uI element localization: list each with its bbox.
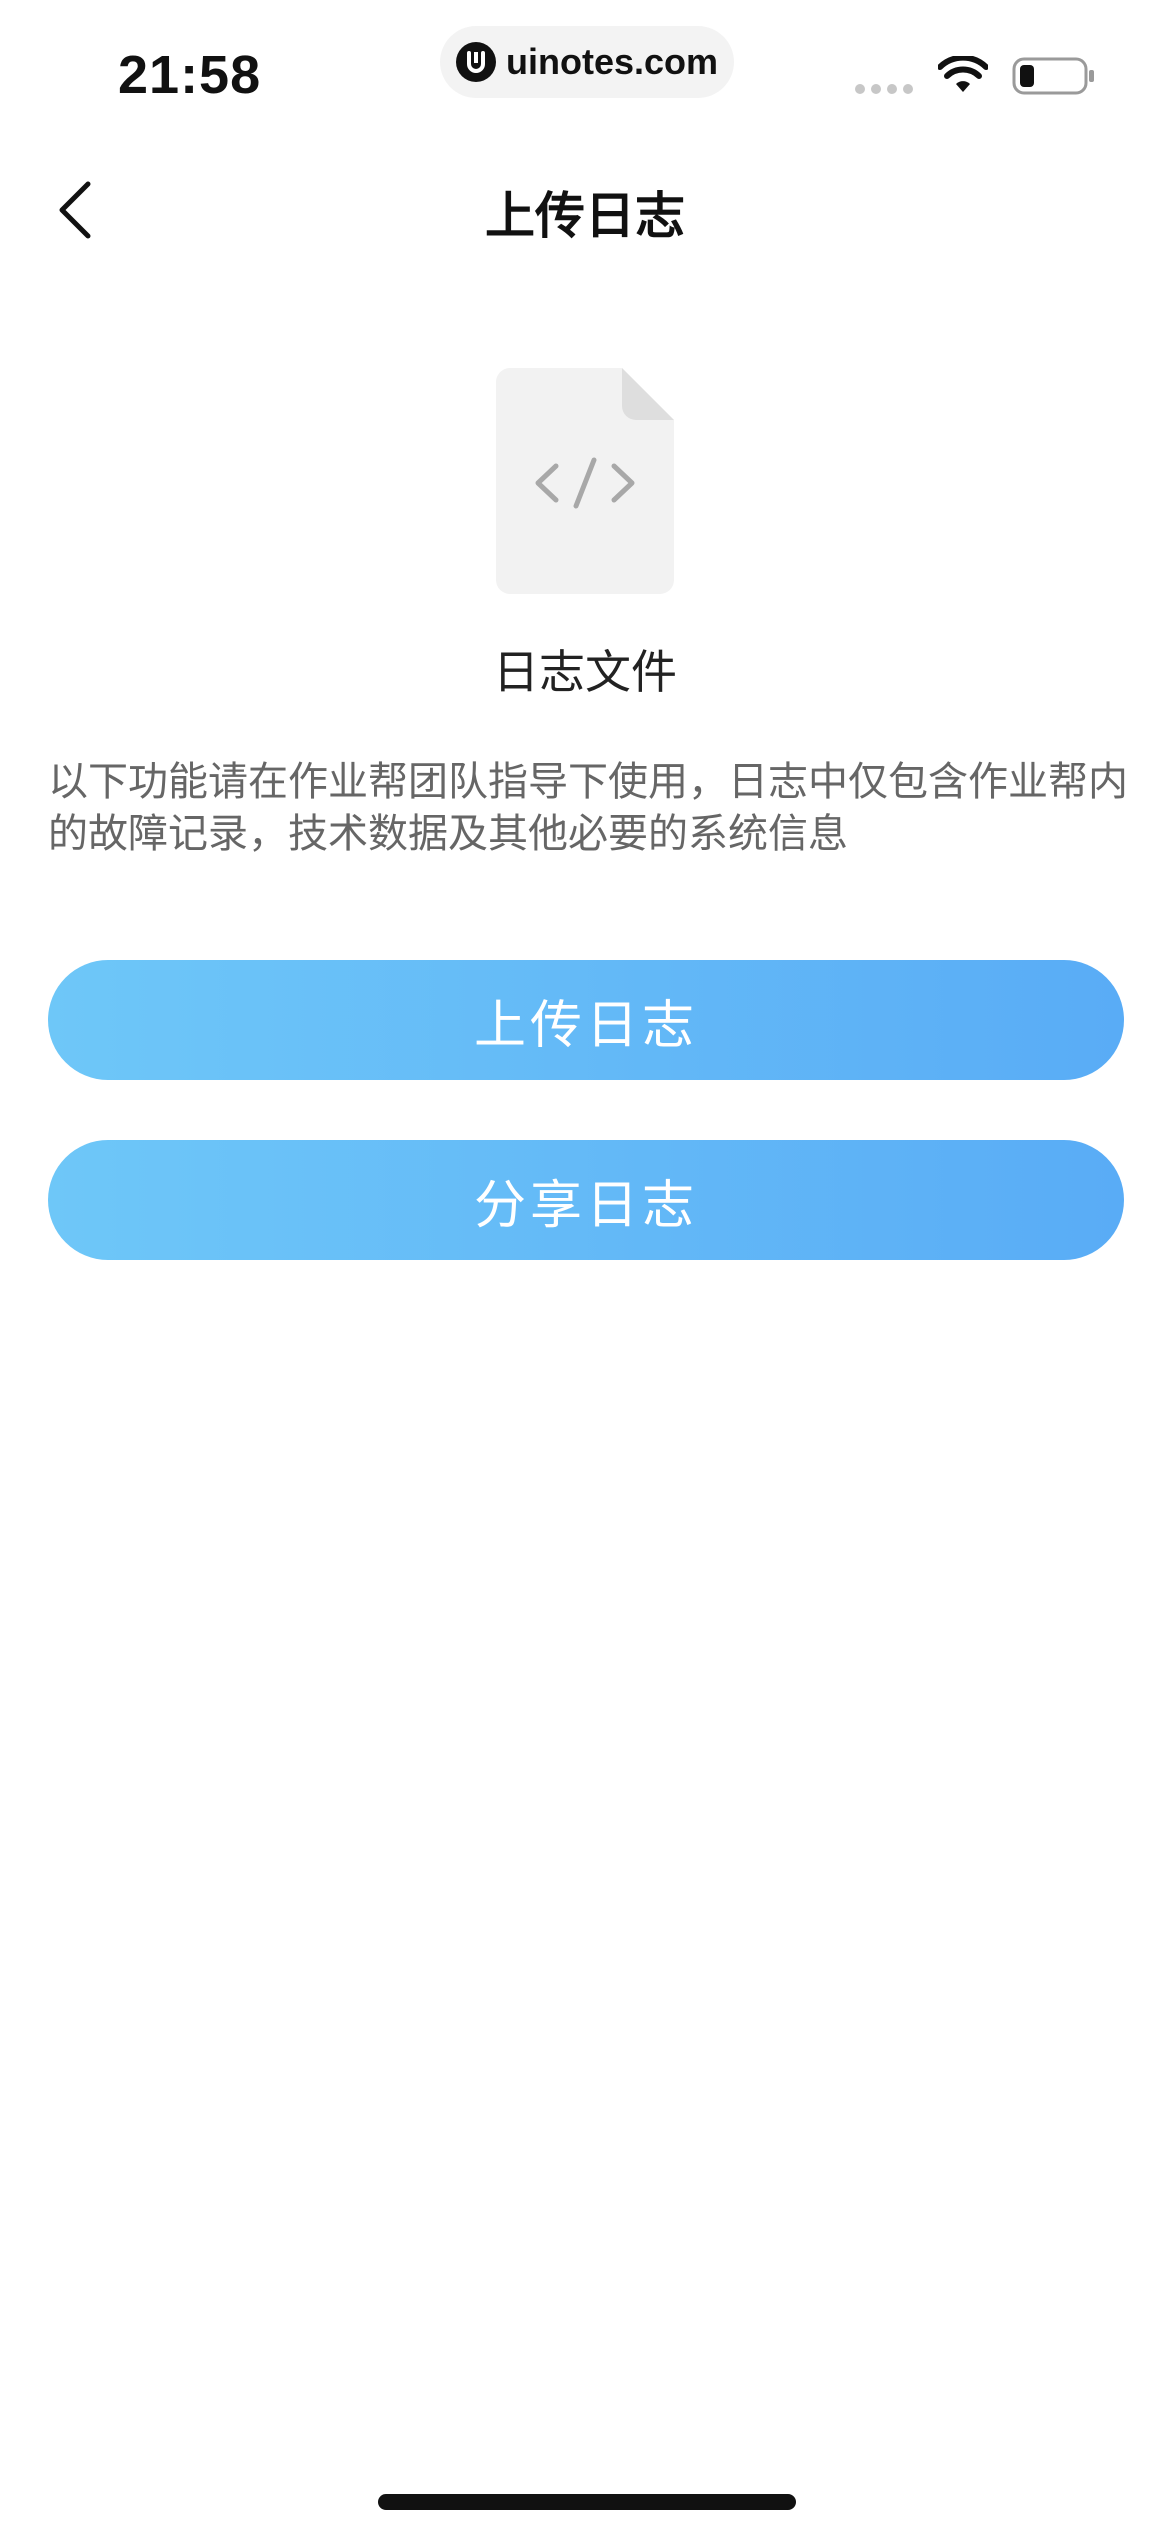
home-indicator[interactable] [378, 2494, 796, 2510]
battery-low-icon [1012, 57, 1094, 95]
uinotes-logo-icon [455, 42, 496, 82]
signal-dots-icon [855, 84, 913, 94]
nav-bar: 上传日志 [0, 150, 1170, 270]
share-log-button[interactable]: 分享日志 [48, 1140, 1124, 1260]
screen: 21:58 uinotes.com 上传日志 日志文件 以下功能请在作业帮团队指… [0, 0, 1170, 2532]
status-bar: 21:58 uinotes.com [0, 0, 1170, 130]
status-time: 21:58 [118, 45, 262, 105]
wifi-icon [938, 56, 988, 92]
upload-log-button[interactable]: 上传日志 [48, 960, 1124, 1080]
page-title: 上传日志 [485, 187, 685, 245]
file-label: 日志文件 [493, 645, 677, 699]
url-pill[interactable]: uinotes.com [440, 26, 734, 98]
url-text: uinotes.com [505, 41, 719, 82]
description-text: 以下功能请在作业帮团队指导下使用，日志中仅包含作业帮内的故障记录，技术数据及其他… [48, 759, 1128, 857]
code-file-icon [496, 368, 674, 594]
